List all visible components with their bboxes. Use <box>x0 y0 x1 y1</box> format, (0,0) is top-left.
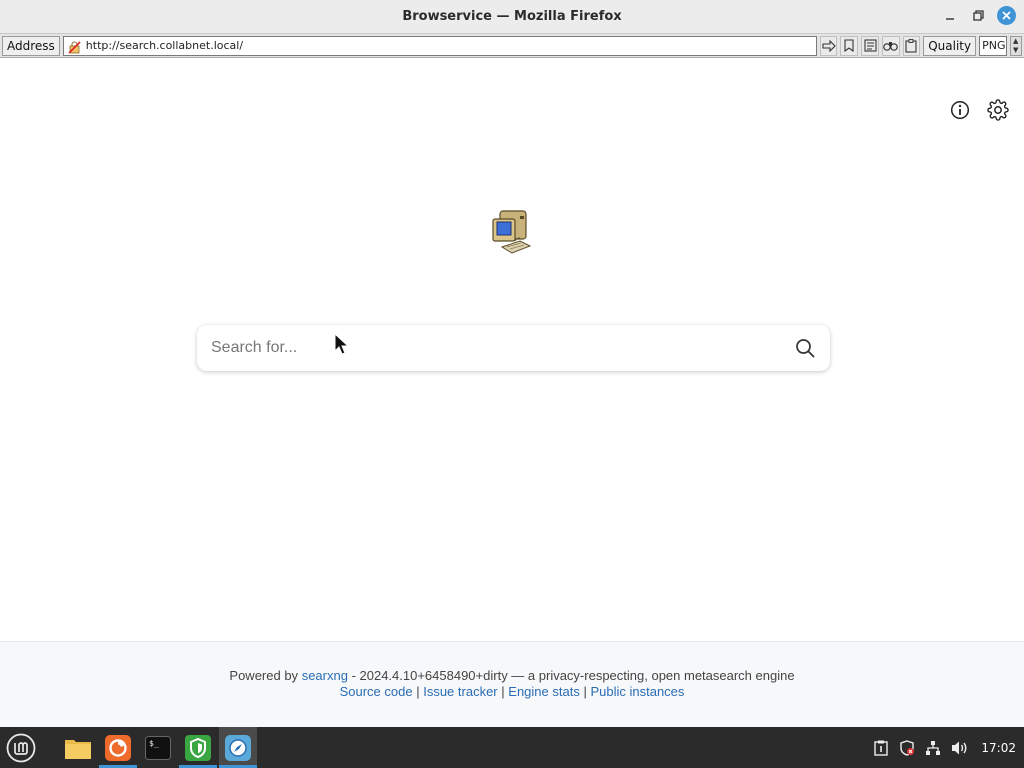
footer-powered-line: Powered by searxng - 2024.4.10+6458490+d… <box>0 668 1024 683</box>
shield-tray-icon[interactable] <box>899 739 915 756</box>
clock[interactable]: 17:02 <box>981 741 1016 755</box>
issue-tracker-link[interactable]: Issue tracker <box>423 684 497 699</box>
footer-separator: | <box>501 684 505 699</box>
footer-separator: | <box>583 684 587 699</box>
taskbar: $_ 17:02 <box>0 727 1024 768</box>
search-input[interactable] <box>211 339 792 357</box>
page-content: Powered by searxng - 2024.4.10+6458490+d… <box>0 59 1024 727</box>
search-box <box>197 325 830 371</box>
mouse-cursor-icon <box>334 332 350 355</box>
address-field[interactable]: http://search.collabnet.local/ <box>62 35 817 56</box>
svg-text:$_: $_ <box>149 739 159 748</box>
close-icon[interactable] <box>997 6 1016 25</box>
network-icon[interactable] <box>925 740 941 756</box>
firefox-icon[interactable] <box>99 727 137 768</box>
bookmark-icon[interactable] <box>840 35 859 56</box>
powered-by-text: Powered by <box>229 668 299 683</box>
insecure-connection-icon <box>68 39 81 54</box>
minimize-icon[interactable] <box>941 7 959 25</box>
maximize-icon[interactable] <box>969 7 987 25</box>
volume-icon[interactable] <box>951 740 967 756</box>
reader-icon[interactable] <box>861 35 879 56</box>
clipboard-icon[interactable] <box>902 35 921 56</box>
window-controls <box>941 6 1016 25</box>
engine-stats-link[interactable]: Engine stats <box>508 684 580 699</box>
quality-select[interactable]: PNG <box>979 35 1007 56</box>
page-footer: Powered by searxng - 2024.4.10+6458490+d… <box>0 641 1024 727</box>
go-icon[interactable] <box>819 35 838 56</box>
terminal-icon[interactable]: $_ <box>139 727 177 768</box>
page-top-icons <box>949 99 1009 121</box>
system-tray: 17:02 <box>873 727 1016 768</box>
spin-down-icon[interactable]: ▼ <box>1011 46 1021 55</box>
public-instances-link[interactable]: Public instances <box>590 684 684 699</box>
footer-links: Source code | Issue tracker | Engine sta… <box>0 684 1024 699</box>
address-label: Address <box>2 35 60 56</box>
info-icon[interactable] <box>949 99 971 121</box>
version-text: - 2024.4.10+6458490+dirty — a privacy-re… <box>351 668 795 683</box>
spin-up-icon[interactable]: ▲ <box>1011 37 1021 46</box>
quality-label: Quality <box>923 35 977 56</box>
window-title: Browservice — Mozilla Firefox <box>402 9 622 24</box>
source-code-link[interactable]: Source code <box>340 684 413 699</box>
shield-app-icon[interactable] <box>179 727 217 768</box>
browser-app-icon[interactable] <box>219 727 257 768</box>
address-toolbar: Address http://search.collabnet.local/ Q… <box>0 33 1024 58</box>
computer-logo-icon <box>490 207 534 259</box>
taskbar-apps: $_ <box>59 727 257 768</box>
find-icon[interactable] <box>881 35 900 56</box>
quality-spinner[interactable]: ▲ ▼ <box>1009 35 1022 56</box>
clipboard-tray-icon[interactable] <box>873 740 889 756</box>
url-text[interactable]: http://search.collabnet.local/ <box>86 39 243 52</box>
mint-menu-icon[interactable] <box>4 731 38 765</box>
window-titlebar: Browservice — Mozilla Firefox <box>0 0 1024 33</box>
searxng-link[interactable]: searxng <box>302 668 348 683</box>
gear-icon[interactable] <box>987 99 1009 121</box>
files-icon[interactable] <box>59 727 97 768</box>
search-icon[interactable] <box>792 335 818 361</box>
footer-separator: | <box>416 684 420 699</box>
